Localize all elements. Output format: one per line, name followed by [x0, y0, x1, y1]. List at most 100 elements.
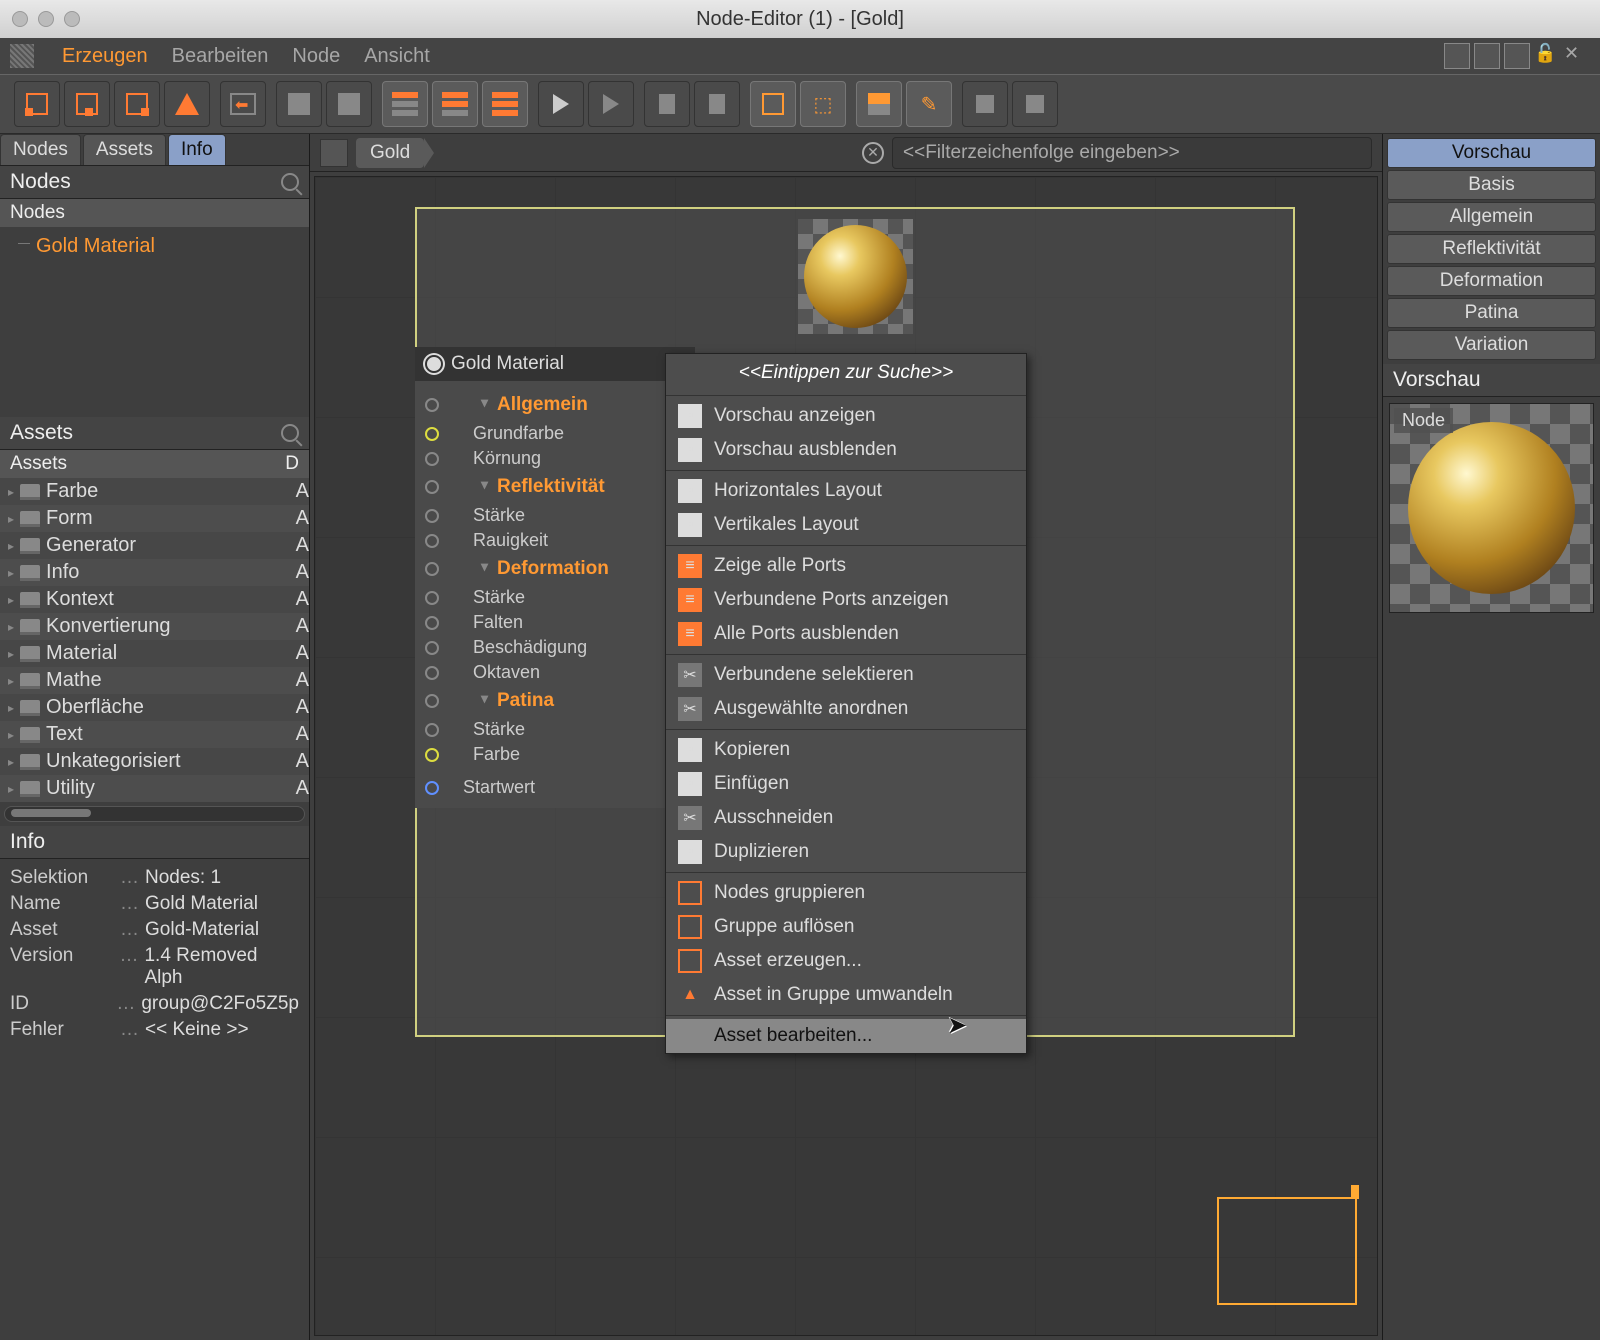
right-tab[interactable]: Patina [1387, 298, 1596, 328]
tool-brush-1[interactable] [856, 81, 902, 127]
breadcrumb-chip[interactable]: Gold [356, 138, 424, 168]
ctx-item[interactable]: ≡Zeige alle Ports [666, 549, 1026, 583]
tool-import[interactable] [220, 81, 266, 127]
layout-1-icon[interactable] [1444, 43, 1470, 69]
tool-frame-1[interactable] [750, 81, 796, 127]
filter-input[interactable]: <<Filterzeichenfolge eingeben>> [892, 137, 1372, 169]
port-group[interactable]: Allgemein [447, 391, 588, 419]
horizontal-scrollbar[interactable] [4, 806, 305, 822]
port-circle-icon[interactable] [425, 641, 439, 655]
tab-info[interactable]: Info [168, 134, 226, 165]
asset-row[interactable]: ▸KontextA [0, 586, 309, 613]
right-tab[interactable]: Reflektivität [1387, 234, 1596, 264]
tool-misc-1[interactable] [644, 81, 690, 127]
port-circle-icon[interactable] [425, 509, 439, 523]
node-card[interactable]: Gold Material AllgemeinGrundfarbeKörnung… [415, 347, 695, 808]
port-circle-icon[interactable] [425, 666, 439, 680]
port-circle-icon[interactable] [425, 781, 439, 795]
ctx-item[interactable]: ✂Ausgewählte anordnen [666, 692, 1026, 726]
grip-icon[interactable] [10, 44, 34, 68]
tree-item-gold[interactable]: Gold Material [6, 233, 303, 260]
tool-bars-3[interactable] [482, 81, 528, 127]
asset-row[interactable]: ▸FarbeA [0, 478, 309, 505]
tool-arrange-1[interactable] [962, 81, 1008, 127]
ctx-item[interactable]: ▫Kopieren [666, 733, 1026, 767]
port-circle-icon[interactable] [425, 534, 439, 548]
ctx-item[interactable]: ▲Asset in Gruppe umwandeln [666, 978, 1026, 1012]
tool-box-a[interactable] [276, 81, 322, 127]
port-row[interactable]: Körnung [415, 446, 689, 471]
port-row[interactable]: Oktaven [415, 660, 689, 685]
port-row[interactable]: Farbe [415, 742, 689, 767]
asset-row[interactable]: ▸GeneratorA [0, 532, 309, 559]
ctx-item[interactable]: ▫Duplizieren [666, 835, 1026, 869]
port-circle-icon[interactable] [425, 562, 439, 576]
asset-row[interactable]: ▸OberflächeA [0, 694, 309, 721]
asset-row[interactable]: ▸FormA [0, 505, 309, 532]
menu-bearbeiten[interactable]: Bearbeiten [172, 45, 269, 68]
port-circle-icon[interactable] [425, 591, 439, 605]
ctx-item[interactable]: ▫Vorschau ausblenden [666, 433, 1026, 467]
search-icon[interactable] [281, 424, 299, 442]
asset-row[interactable]: ▸TextA [0, 721, 309, 748]
node-card-header[interactable]: Gold Material [415, 347, 695, 381]
ctx-item[interactable]: Nodes gruppieren [666, 876, 1026, 910]
close-panel-icon[interactable]: ✕ [1564, 43, 1590, 69]
lock-icon[interactable]: 🔓 [1534, 43, 1560, 69]
port-row[interactable]: Stärke [415, 503, 689, 528]
port-circle-icon[interactable] [425, 480, 439, 494]
right-tab[interactable]: Basis [1387, 170, 1596, 200]
tool-bars-1[interactable] [382, 81, 428, 127]
right-tab[interactable]: Allgemein [1387, 202, 1596, 232]
tool-play-1[interactable] [538, 81, 584, 127]
tool-triangle[interactable] [164, 81, 210, 127]
port-group[interactable]: Reflektivität [447, 473, 605, 501]
right-tab[interactable]: Deformation [1387, 266, 1596, 296]
ctx-item[interactable]: ▫Einfügen [666, 767, 1026, 801]
asset-row[interactable]: ▸UnkategorisiertA [0, 748, 309, 775]
port-circle-icon[interactable] [425, 398, 439, 412]
ctx-search[interactable]: <<Eintippen zur Suche>> [666, 354, 1026, 392]
port-row[interactable]: Stärke [415, 717, 689, 742]
port-circle-icon[interactable] [425, 452, 439, 466]
port-row[interactable]: Falten [415, 610, 689, 635]
ctx-item[interactable]: ≡Alle Ports ausblenden [666, 617, 1026, 651]
tool-bars-2[interactable] [432, 81, 478, 127]
tool-box-b[interactable] [326, 81, 372, 127]
tab-nodes[interactable]: Nodes [0, 134, 81, 165]
right-tab[interactable]: Variation [1387, 330, 1596, 360]
asset-row[interactable]: ▸MaterialA [0, 640, 309, 667]
port-group[interactable]: Patina [447, 687, 554, 715]
ctx-item[interactable]: ✂Ausschneiden [666, 801, 1026, 835]
tab-assets[interactable]: Assets [83, 134, 166, 165]
ctx-item[interactable]: Gruppe auflösen [666, 910, 1026, 944]
asset-row[interactable]: ▸UtilityA [0, 775, 309, 802]
port-circle-icon[interactable] [425, 748, 439, 762]
clear-filter-icon[interactable]: ✕ [862, 142, 884, 164]
tool-play-2[interactable] [588, 81, 634, 127]
asset-row[interactable]: ▸KonvertierungA [0, 613, 309, 640]
menu-ansicht[interactable]: Ansicht [364, 45, 430, 68]
ctx-item[interactable]: ≡Verbundene Ports anzeigen [666, 583, 1026, 617]
right-tab[interactable]: Vorschau [1387, 138, 1596, 168]
port-circle-icon[interactable] [425, 616, 439, 630]
tool-new-1[interactable] [14, 81, 60, 127]
layout-3-icon[interactable] [1504, 43, 1530, 69]
breadcrumb-root-icon[interactable] [320, 139, 348, 167]
asset-row[interactable]: ▸MatheA [0, 667, 309, 694]
ctx-item[interactable]: ✂Verbundene selektieren [666, 658, 1026, 692]
menu-erzeugen[interactable]: Erzeugen [62, 45, 148, 68]
tool-brush-2[interactable]: ✎ [906, 81, 952, 127]
port-row[interactable]: Startwert [415, 775, 689, 800]
search-icon[interactable] [281, 173, 299, 191]
tool-misc-2[interactable] [694, 81, 740, 127]
ctx-item[interactable]: ▫Vorschau anzeigen [666, 399, 1026, 433]
port-row[interactable]: Stärke [415, 585, 689, 610]
ctx-item[interactable]: ▫Vertikales Layout [666, 508, 1026, 542]
port-group[interactable]: Deformation [447, 555, 609, 583]
port-circle-icon[interactable] [425, 723, 439, 737]
tool-snap[interactable]: ⬚ [800, 81, 846, 127]
port-row[interactable]: Beschädigung [415, 635, 689, 660]
preview-viewport[interactable]: Node [1389, 403, 1594, 613]
ctx-item[interactable]: ▫Horizontales Layout [666, 474, 1026, 508]
